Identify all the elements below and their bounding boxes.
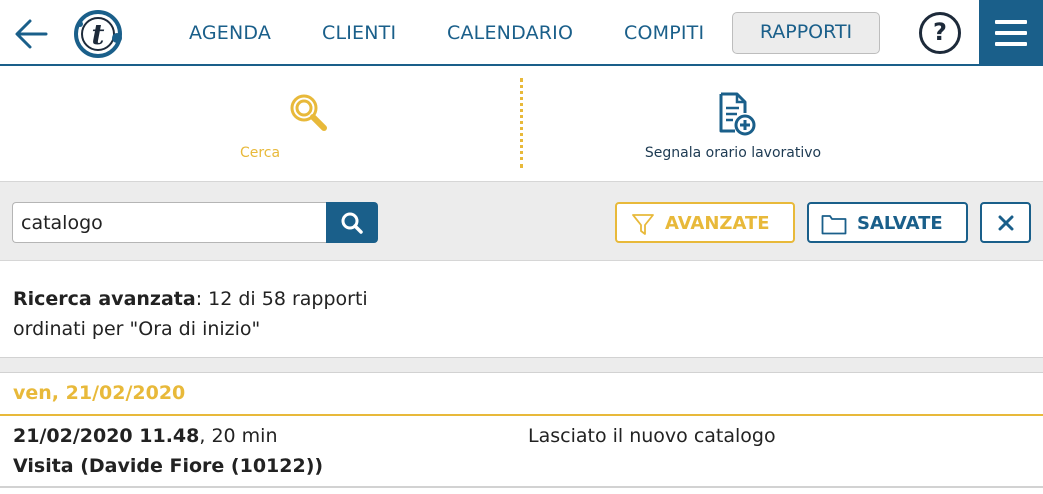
hamburger-menu-icon bbox=[995, 20, 1027, 24]
saved-searches-label: SALVATE bbox=[857, 213, 943, 234]
search-toolbar: AVANZATE SALVATE bbox=[0, 181, 1043, 261]
date-group-label: ven, 21/02/2020 bbox=[13, 382, 186, 404]
report-hours-label: Segnala orario lavorativo bbox=[644, 145, 822, 161]
nav-agenda[interactable]: AGENDA bbox=[189, 22, 271, 44]
nav-clienti[interactable]: CLIENTI bbox=[322, 22, 396, 44]
folder-icon bbox=[821, 215, 847, 235]
nav-rapporti[interactable]: RAPPORTI bbox=[732, 12, 880, 54]
search-input[interactable] bbox=[12, 202, 328, 243]
report-hours-action[interactable]: Segnala orario lavorativo bbox=[523, 66, 943, 181]
report-time: 21/02/2020 11.48, 20 min bbox=[13, 425, 277, 447]
app-logo[interactable]: t bbox=[72, 8, 124, 60]
summary-order: ordinati per "Ora di inizio" bbox=[13, 318, 261, 340]
filter-icon bbox=[632, 214, 654, 235]
advanced-filter-button[interactable]: AVANZATE bbox=[615, 202, 795, 243]
report-duration: , 20 min bbox=[199, 425, 278, 447]
back-button[interactable] bbox=[12, 14, 52, 54]
top-navigation-bar: t AGENDA CLIENTI CALENDARIO COMPITI RAPP… bbox=[0, 0, 1043, 66]
search-summary: Ricerca avanzata: 12 di 58 rapporti ordi… bbox=[13, 284, 368, 344]
summary-count: : 12 di 58 rapporti bbox=[195, 288, 368, 310]
document-add-icon bbox=[719, 92, 756, 136]
search-icon bbox=[341, 212, 363, 234]
svg-text:t: t bbox=[92, 18, 105, 51]
search-action-label: Cerca bbox=[239, 145, 281, 161]
hamburger-bar bbox=[995, 31, 1027, 35]
help-button[interactable]: ? bbox=[919, 12, 961, 54]
close-icon bbox=[998, 215, 1014, 231]
date-group-header: ven, 21/02/2020 bbox=[0, 373, 1043, 416]
search-button[interactable] bbox=[326, 202, 378, 243]
hamburger-menu-button[interactable] bbox=[979, 0, 1043, 66]
clear-search-button[interactable] bbox=[980, 202, 1031, 243]
nav-calendario[interactable]: CALENDARIO bbox=[447, 22, 573, 44]
advanced-filter-label: AVANZATE bbox=[665, 213, 770, 234]
report-row[interactable]: 21/02/2020 11.48, 20 min Visita (Davide … bbox=[0, 416, 1043, 488]
arrow-left-icon bbox=[15, 19, 48, 49]
report-description: Lasciato il nuovo catalogo bbox=[528, 425, 776, 447]
action-panel: Cerca Segnala orario lavorativo bbox=[0, 66, 1043, 181]
nav-compiti[interactable]: COMPITI bbox=[624, 22, 704, 44]
saved-searches-button[interactable]: SALVATE bbox=[807, 202, 968, 243]
report-datetime: 21/02/2020 11.48 bbox=[13, 425, 200, 447]
separator bbox=[0, 357, 1043, 373]
search-action[interactable]: Cerca bbox=[0, 66, 520, 181]
summary-label: Ricerca avanzata bbox=[13, 288, 196, 310]
magnifier-icon bbox=[290, 94, 327, 131]
report-title: Visita (Davide Fiore (10122)) bbox=[13, 455, 324, 477]
logo-icon: t bbox=[74, 10, 122, 58]
hamburger-bar bbox=[995, 42, 1027, 46]
